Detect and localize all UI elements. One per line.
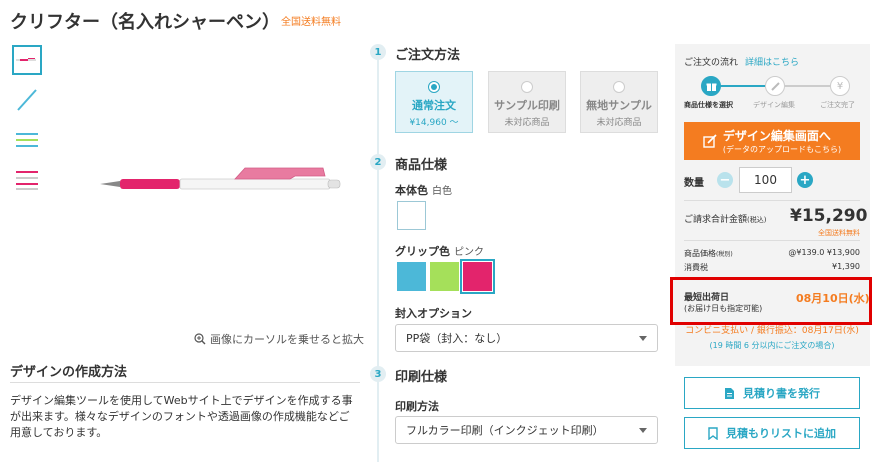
- flow-step-select-spec: 商品仕様を選択: [684, 101, 733, 109]
- add-to-estimate-list-button[interactable]: 見積もりリストに追加: [684, 417, 860, 449]
- chevron-down-icon: [639, 427, 647, 433]
- free-shipping-tag: 全国送料無料: [281, 17, 341, 28]
- page-title: クリフター（名入れシャーペン）: [10, 12, 280, 33]
- print-method-value: フルカラー印刷（インクジェット印刷）: [406, 424, 604, 437]
- flow-progress-bar: [785, 85, 830, 87]
- grip-color-label: グリップ色 ピンク: [395, 245, 484, 258]
- order-deadline-note: (19 時間 6 分以内にご注文の場合): [709, 341, 835, 350]
- zoom-hint: 画像にカーソルを乗せると拡大: [194, 331, 364, 347]
- item-price-value: @¥139.0 ¥13,900: [788, 248, 860, 257]
- grip-color-swatch-green[interactable]: [430, 262, 459, 291]
- order-method-normal[interactable]: 通常注文 ¥14,960 ～: [395, 71, 473, 133]
- quantity-input[interactable]: 100: [739, 167, 792, 193]
- quantity-label: 数量: [684, 178, 704, 189]
- pen-colors-thumbnail-icon: [16, 171, 38, 190]
- total-value: ¥15,290: [790, 206, 868, 226]
- radio-icon: [428, 81, 440, 93]
- step-title-product-spec: 商品仕様: [395, 158, 448, 173]
- chevron-down-icon: [639, 335, 647, 341]
- body-color-value: 白色: [432, 186, 452, 197]
- order-method-sub: 未対応商品: [596, 118, 642, 128]
- order-method-plain-sample[interactable]: 無地サンプル 未対応商品: [580, 71, 658, 133]
- quantity-decrease-button[interactable]: −: [717, 172, 733, 188]
- order-method-label: サンプル印刷: [494, 99, 560, 112]
- pen-set-thumbnail-icon: [16, 133, 38, 147]
- step-rail: [377, 54, 379, 462]
- grip-color-swatch-blue[interactable]: [397, 262, 426, 291]
- step-title-print-spec: 印刷仕様: [395, 370, 448, 385]
- flow-step-design-edit: デザイン編集: [753, 101, 795, 109]
- design-editor-button[interactable]: デザイン編集画面へ (データのアップロードもこちら): [684, 122, 860, 160]
- divider: [684, 240, 860, 241]
- flow-progress-bar: [720, 85, 765, 87]
- radio-icon: [613, 81, 625, 93]
- divider: [10, 382, 360, 383]
- zoom-in-icon: [194, 333, 206, 345]
- document-icon: [725, 387, 734, 399]
- shipping-date-value: 08月10日(水): [796, 292, 870, 305]
- tax-value: ¥1,390: [832, 262, 860, 271]
- quantity-increase-button[interactable]: +: [797, 172, 813, 188]
- shipping-date-sub: (お届け日も指定可能): [684, 304, 763, 313]
- pen-diagonal-thumbnail-icon: [17, 89, 37, 111]
- order-method-sub: ¥14,960 ～: [409, 118, 459, 128]
- packaging-option-label: 封入オプション: [395, 307, 472, 320]
- design-editor-button-label: デザイン編集画面へ: [722, 129, 831, 143]
- thumbnail-1[interactable]: [12, 45, 42, 75]
- print-method-select[interactable]: フルカラー印刷（インクジェット印刷）: [395, 416, 658, 444]
- edit-icon: [703, 134, 717, 148]
- design-method-heading: デザインの作成方法: [10, 365, 128, 380]
- thumbnail-3[interactable]: [12, 125, 42, 155]
- flow-step-order-complete: ご注文完了: [820, 101, 855, 109]
- grip-color-value: ピンク: [454, 247, 484, 258]
- convenience-payment-note: コンビニ支払い / 銀行振込：08月17日(水): [685, 326, 859, 336]
- item-price-row: 商品価格(税別) @¥139.0 ¥13,900: [684, 248, 860, 258]
- print-method-label: 印刷方法: [395, 400, 439, 413]
- step-number-1: 1: [370, 44, 386, 60]
- order-flow-details-link[interactable]: 詳細はこちら: [745, 55, 799, 68]
- grip-color-swatch-pink[interactable]: [460, 259, 495, 294]
- order-method-label: 通常注文: [412, 99, 456, 112]
- gift-icon: [701, 76, 721, 96]
- divider: [684, 200, 860, 201]
- zoom-hint-text: 画像にカーソルを乗せると拡大: [210, 333, 364, 346]
- add-to-estimate-list-label: 見積もりリストに追加: [726, 427, 836, 440]
- total-label: ご請求合計金額(税込): [684, 215, 767, 225]
- issue-estimate-button[interactable]: 見積り書を発行: [684, 377, 860, 409]
- yen-icon: ¥: [830, 76, 850, 96]
- packaging-option-select[interactable]: PP袋（封入：なし）: [395, 324, 658, 352]
- packaging-option-value: PP袋（封入：なし）: [406, 332, 508, 345]
- order-method-label: 無地サンプル: [586, 99, 652, 112]
- thumbnail-4[interactable]: [12, 165, 42, 195]
- body-color-label: 本体色 白色: [395, 184, 452, 197]
- tax-row: 消費税 ¥1,390: [684, 262, 860, 272]
- step-number-3: 3: [370, 366, 386, 382]
- step-number-2: 2: [370, 154, 386, 170]
- design-editor-button-sublabel: (データのアップロードもこちら): [722, 145, 842, 154]
- shipping-date-label: 最短出荷日: [684, 293, 730, 303]
- order-method-sub: 未対応商品: [504, 118, 550, 128]
- bookmark-icon: [708, 426, 718, 440]
- order-flow-title: ご注文の流れ: [684, 58, 739, 68]
- pen-thumbnail-icon: [16, 58, 36, 61]
- issue-estimate-label: 見積り書を発行: [743, 387, 820, 400]
- design-method-description: デザイン編集ツールを使用してWebサイト上でデザインを作成する事が出来ます。様々…: [10, 394, 353, 439]
- body-color-swatch-white[interactable]: [397, 201, 426, 230]
- thumbnail-2[interactable]: [12, 85, 42, 115]
- order-method-sample-print[interactable]: サンプル印刷 未対応商品: [488, 71, 566, 133]
- radio-icon: [521, 81, 533, 93]
- product-main-image[interactable]: [95, 160, 345, 200]
- pencil-icon: [765, 76, 785, 96]
- step-title-order-method: ご注文方法: [395, 48, 461, 63]
- total-free-shipping: 全国送料無料: [818, 229, 860, 237]
